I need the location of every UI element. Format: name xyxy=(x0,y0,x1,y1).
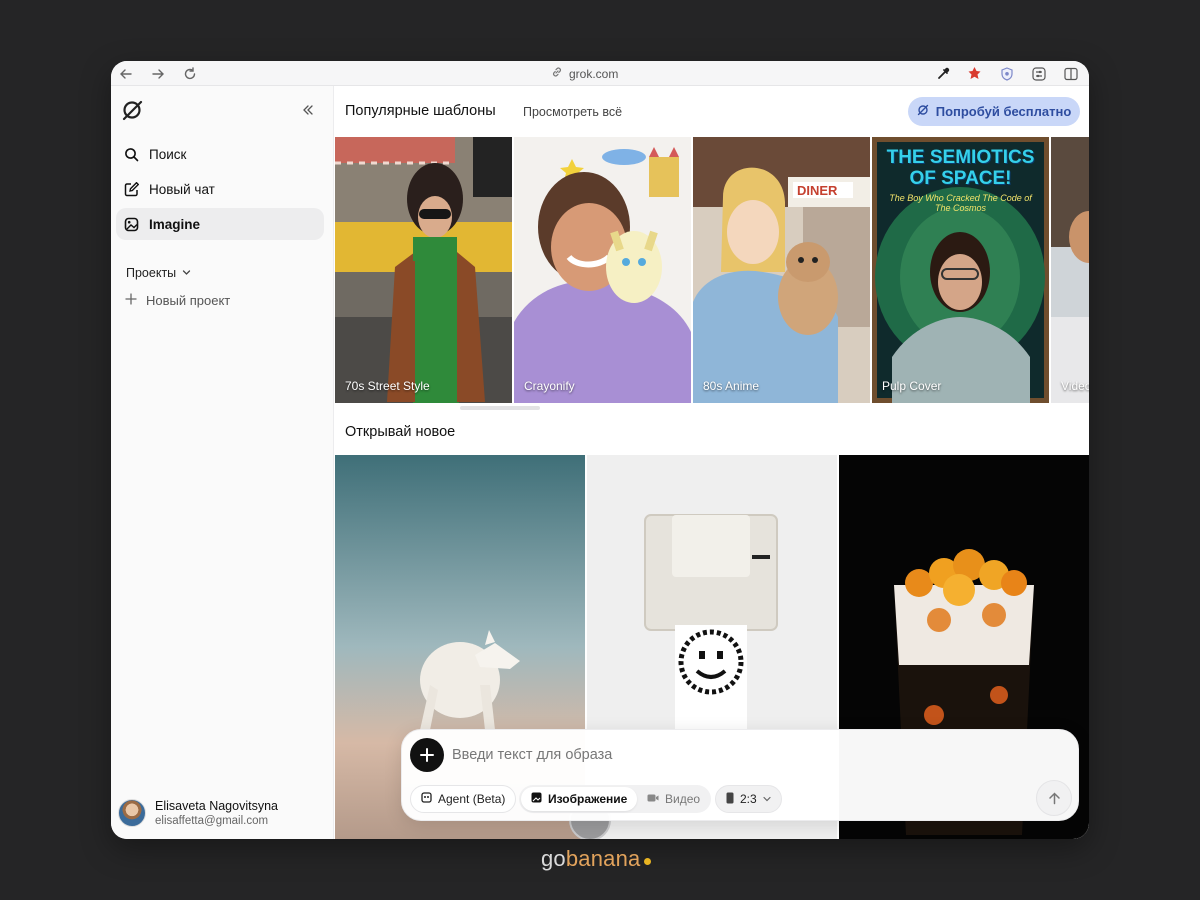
avatar xyxy=(118,799,146,827)
agent-icon xyxy=(421,792,432,806)
grok-logo-icon xyxy=(917,104,929,119)
reload-icon[interactable] xyxy=(181,65,198,82)
prompt-input[interactable] xyxy=(452,743,1012,767)
template-card[interactable]: THE SEMIOTICS OF SPACE! The Boy Who Crac… xyxy=(872,137,1049,403)
agent-beta-button[interactable]: Agent (Beta) xyxy=(410,785,517,813)
browser-window: grok.com Поиск Новый чат Imagine Проекты… xyxy=(111,61,1089,839)
browser-toolbar: grok.com xyxy=(111,61,1089,86)
sliders-icon[interactable] xyxy=(1030,65,1047,82)
brand-watermark: gobanana xyxy=(541,846,651,872)
aspect-ratio-select[interactable]: 2:3 xyxy=(715,785,782,813)
brand-dot xyxy=(643,858,651,865)
view-all-link[interactable]: Просмотреть всё xyxy=(523,105,622,119)
discover-title: Открывай новое xyxy=(345,424,456,440)
new-project-button[interactable]: Новый проект xyxy=(125,293,230,308)
arrow-up-icon xyxy=(1048,791,1060,804)
user-name: Elisaveta Nagovitsyna xyxy=(155,799,278,813)
template-image xyxy=(514,137,691,403)
mode-image-label: Изображение xyxy=(548,792,628,806)
projects-label: Проекты xyxy=(126,266,177,280)
attach-button[interactable] xyxy=(410,738,444,772)
eyedropper-icon[interactable] xyxy=(935,65,952,82)
template-label: 70s Street Style xyxy=(345,379,430,393)
templates-scrollbar[interactable] xyxy=(460,406,540,410)
video-icon xyxy=(647,792,659,806)
svg-text:DINER: DINER xyxy=(797,183,838,198)
chevron-down-icon xyxy=(182,266,191,280)
send-button[interactable] xyxy=(1036,780,1072,816)
address-bar[interactable]: grok.com xyxy=(551,65,618,82)
try-free-label: Попробуй бесплатно xyxy=(935,104,1072,119)
sidebar: Поиск Новый чат Imagine Проекты Новый пр… xyxy=(111,86,334,839)
template-label: Pulp Cover xyxy=(882,379,942,393)
arrow-right-icon[interactable] xyxy=(149,65,166,82)
image-icon xyxy=(531,792,542,806)
shield-icon[interactable] xyxy=(998,65,1015,82)
user-profile[interactable]: Elisaveta Nagovitsyna elisaffetta@gmail.… xyxy=(118,796,328,830)
brand-banana-text: banana xyxy=(565,846,641,871)
image-icon xyxy=(124,217,139,232)
template-card[interactable]: DINER 80s Anime xyxy=(693,137,870,403)
cover-subtitle: The Boy Who Cracked The Code of The Cosm… xyxy=(889,193,1032,213)
search-icon xyxy=(124,147,139,162)
template-image xyxy=(1051,137,1089,403)
mode-switch: Изображение Видео xyxy=(519,785,711,813)
aspect-ratio-label: 2:3 xyxy=(740,792,757,806)
sidebar-item-label: Новый чат xyxy=(149,181,215,197)
mode-image-button[interactable]: Изображение xyxy=(521,787,638,811)
template-image: DINER xyxy=(693,137,870,403)
try-free-button[interactable]: Попробуй бесплатно xyxy=(908,97,1080,126)
url-text: grok.com xyxy=(569,66,619,81)
template-label: Video xyxy=(1061,379,1089,393)
template-card[interactable]: 70s Street Style xyxy=(335,137,512,403)
chevron-down-icon xyxy=(763,792,771,806)
main-content: Популярные шаблоны Просмотреть всё Попро… xyxy=(334,86,1089,839)
cover-title: THE SEMIOTICS OF SPACE! xyxy=(886,147,1035,189)
sidebar-item-label: Поиск xyxy=(149,146,187,162)
template-card[interactable]: Crayonify xyxy=(514,137,691,403)
sidebar-item-label: Imagine xyxy=(149,216,201,232)
arrow-left-icon[interactable] xyxy=(117,65,134,82)
projects-toggle[interactable]: Проекты xyxy=(126,266,191,280)
edit-icon xyxy=(124,181,139,197)
brand-go-text: go xyxy=(541,846,566,871)
popular-templates-title: Популярные шаблоны xyxy=(345,103,496,119)
sidebar-item-new-chat[interactable]: Новый чат xyxy=(116,173,324,205)
agent-beta-label: Agent (Beta) xyxy=(438,792,506,806)
sidebar-icon[interactable] xyxy=(1062,65,1079,82)
template-image xyxy=(335,137,512,403)
link-icon xyxy=(551,66,563,81)
ratio-icon xyxy=(726,792,734,807)
sidebar-item-search[interactable]: Поиск xyxy=(116,138,324,170)
extension-red-icon[interactable] xyxy=(966,65,983,82)
template-label: Crayonify xyxy=(524,379,575,393)
collapse-sidebar-icon[interactable] xyxy=(300,102,316,118)
user-email: elisaffetta@gmail.com xyxy=(155,815,269,827)
sidebar-item-imagine[interactable]: Imagine xyxy=(116,208,324,240)
template-label: 80s Anime xyxy=(703,379,760,393)
new-project-label: Новый проект xyxy=(146,293,231,308)
plus-icon xyxy=(125,293,137,308)
template-card[interactable]: Video xyxy=(1051,137,1089,403)
grok-logo-icon[interactable] xyxy=(121,99,143,121)
mode-video-label: Видео xyxy=(665,792,701,806)
mode-video-button[interactable]: Видео xyxy=(637,787,710,811)
prompt-composer: Agent (Beta) Изображение Видео 2:3 xyxy=(401,729,1079,821)
plus-icon xyxy=(420,748,434,762)
